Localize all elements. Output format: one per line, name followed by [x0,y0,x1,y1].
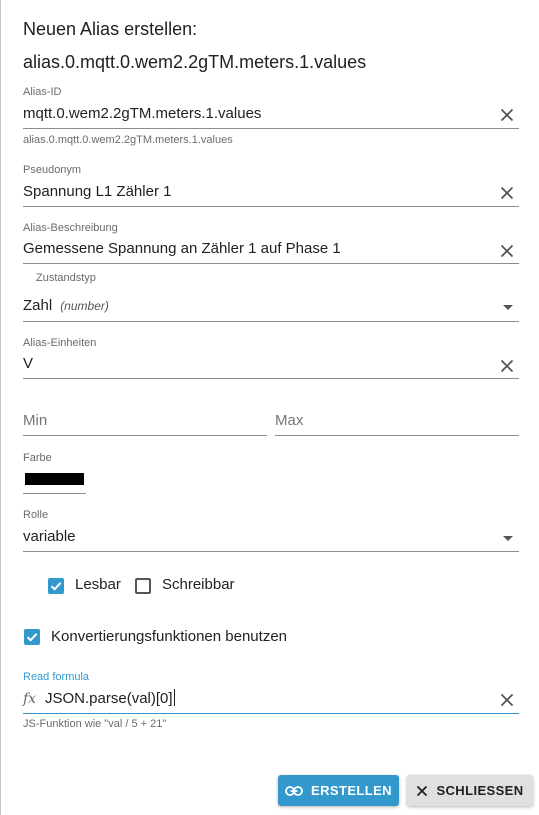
units-input[interactable]: V [23,354,33,374]
state-type-select[interactable]: Zustandstyp Zahl (number) [23,271,519,323]
close-button-label: SCHLIESSEN [436,783,524,798]
description-label: Alias-Beschreibung [23,222,118,234]
pseudonym-label: Pseudonym [23,164,82,176]
use-conversion-label: Konvertierungsfunktionen benutzen [51,628,288,645]
read-formula-text: JSON.parse(val)[0] [45,690,173,707]
pseudonym-underline [23,206,519,207]
alias-id-helper: alias.0.mqtt.0.wem2.2gTM.meters.1.values [23,134,233,146]
color-label: Farbe [23,452,52,464]
writable-checkbox[interactable] [135,578,151,594]
description-input[interactable]: Gemessene Spannung an Zähler 1 auf Phase… [23,239,341,259]
close-icon [416,785,428,797]
state-type-label: Zustandstyp [36,272,96,284]
alias-id-input[interactable]: mqtt.0.wem2.2gTM.meters.1.values [23,104,261,124]
read-formula-clear-icon[interactable] [499,692,515,708]
read-formula-underline [23,713,519,714]
max-field[interactable]: Max [275,411,519,437]
max-underline [275,435,519,436]
description-clear-icon[interactable] [499,243,515,259]
min-field[interactable]: Min [23,411,267,437]
role-value: variable [23,528,76,545]
close-button[interactable]: SCHLIESSEN [407,775,533,806]
units-clear-icon[interactable] [499,358,515,374]
role-underline [23,551,519,552]
create-button[interactable]: ERSTELLEN [278,775,399,806]
alias-id-clear-icon[interactable] [499,107,515,123]
alias-id-underline [23,128,519,129]
role-dropdown-icon[interactable] [503,536,513,541]
dialog-title-line2: alias.0.mqtt.0.wem2.2gTM.meters.1.values [23,52,367,72]
color-swatch[interactable] [25,473,84,485]
role-label: Rolle [23,509,49,521]
readable-label: Lesbar [75,576,121,593]
pseudonym-clear-icon[interactable] [499,185,515,201]
state-type-hint: (number) [60,299,109,313]
units-field: Alias-Einheiten V [23,336,519,381]
dialog-left-border [0,0,1,815]
alias-id-field: Alias-ID mqtt.0.wem2.2gTM.meters.1.value… [23,85,519,150]
use-conversion-checkbox[interactable] [24,629,40,645]
state-type-dropdown-icon[interactable] [503,305,513,310]
state-type-selected: Zahl [23,297,53,314]
read-formula-input[interactable]: JSON.parse(val)[0] [45,689,175,709]
min-input[interactable]: Min [23,411,47,431]
description-field: Alias-Beschreibung Gemessene Spannung an… [23,221,519,266]
pseudonym-field: Pseudonym Spannung L1 Zähler 1 [23,163,519,208]
alias-id-label: Alias-ID [23,86,62,98]
role-select[interactable]: Rolle variable [23,508,519,553]
state-type-underline [23,321,519,322]
min-underline [23,435,267,436]
dialog-title-line1: Neuen Alias erstellen: [23,19,198,39]
read-formula-label: Read formula [23,671,90,683]
writable-label: Schreibbar [162,576,235,593]
units-label: Alias-Einheiten [23,337,97,349]
link-icon [285,785,303,797]
units-underline [23,378,519,379]
text-caret [173,689,175,706]
readable-checkbox[interactable] [48,578,64,594]
dialog-title: Neuen Alias erstellen: alias.0.mqtt.0.we… [23,15,523,76]
read-formula-helper: JS-Funktion wie "val / 5 + 21" [23,718,167,730]
read-formula-field: Read formula fx JSON.parse(val)[0] JS-Fu… [23,670,519,734]
function-icon: fx [23,691,37,707]
create-button-label: ERSTELLEN [311,783,392,798]
color-field: Farbe [23,451,86,495]
pseudonym-input[interactable]: Spannung L1 Zähler 1 [23,182,171,202]
description-underline [23,263,519,264]
state-type-value: Zahl (number) [23,296,109,316]
color-underline [23,493,86,494]
max-input[interactable]: Max [275,411,303,431]
